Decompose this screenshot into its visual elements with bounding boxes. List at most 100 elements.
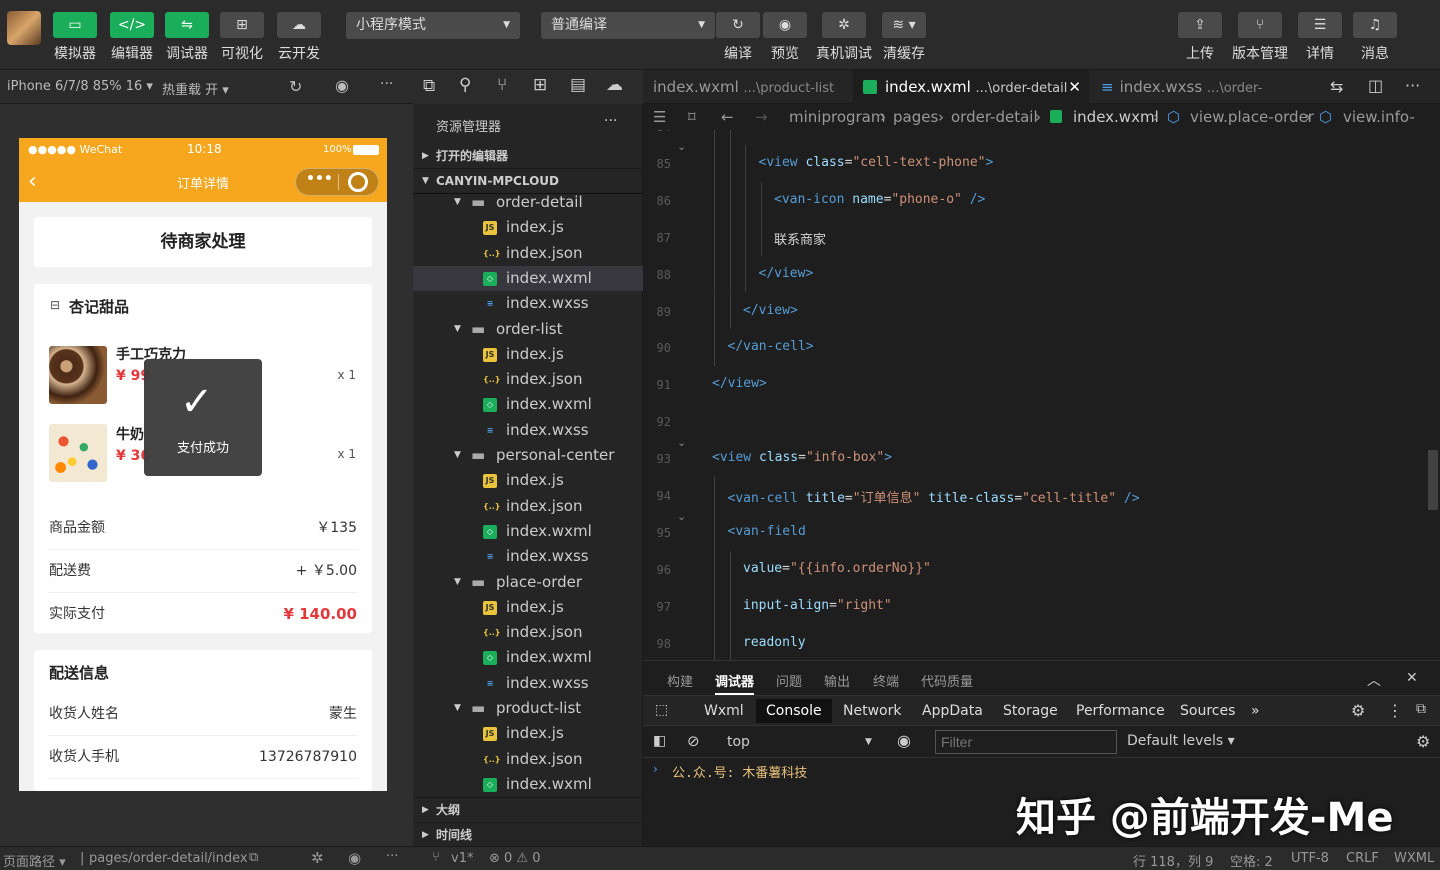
chevron-up-icon[interactable]: ︿ [1367,670,1381,690]
tab-order-detail-wxss[interactable]: ≡index.wxss ...\order-detail [1091,70,1297,132]
crumb-item[interactable]: pages [893,104,938,130]
gear-icon[interactable]: ⚙ [1351,701,1365,720]
toolbar-button-phone[interactable]: ▭ 模拟器 [46,8,104,63]
close-target-icon[interactable] [348,172,368,192]
extensions-icon[interactable]: ⊞ [533,75,547,95]
code-editor[interactable]: ⌄ ⌄ ⌄ 84<view slot="title">85<view class… [643,130,1440,660]
file-order-detail-index-js[interactable]: JS index.js [413,215,643,240]
file-place-order-index-json[interactable]: {..} index.json [413,620,643,645]
file-place-order-index-wxml[interactable]: ◇ index.wxml [413,645,643,670]
file-product-list-index-wxml[interactable]: ◇ index.wxml [413,772,643,797]
close-icon[interactable]: ✕ [1068,70,1081,104]
language-mode[interactable]: WXML [1394,851,1434,866]
panel-tab-5[interactable]: 代码质量 [921,671,973,690]
file-place-order-index-js[interactable]: JS index.js [413,595,643,620]
timeline-header[interactable]: ▶ 时间线 [413,822,643,847]
panel-tab-4[interactable]: 终端 [873,671,899,690]
devtools-tab-3[interactable]: AppData [922,703,983,719]
fold-icon[interactable]: ⌄ [677,140,686,153]
toolbar-button-upload[interactable]: ⇪ 上传 [1171,8,1229,63]
more-dots-icon[interactable]: ••• [306,171,333,187]
forward-arrow-icon[interactable]: → [755,104,768,130]
file-order-detail-index-json[interactable]: {..} index.json [413,241,643,266]
problems-count[interactable]: ⊗ 0 ⚠ 0 [489,851,541,866]
panel-tab-0[interactable]: 构建 [667,671,693,690]
eye-icon[interactable]: ◉ [897,731,911,750]
log-levels-select[interactable]: Default levels ▾ [1127,733,1235,749]
cursor-position[interactable]: 行 118，列 9 [1133,851,1213,870]
encoding[interactable]: UTF-8 [1291,851,1329,866]
files-icon[interactable]: ⧉ [423,76,435,96]
branch-name[interactable]: v1* [451,851,473,866]
more-icon[interactable]: ··· [380,76,393,92]
toolbar-button-sliders[interactable]: ⇋ 调试器 [158,8,216,63]
panel-tab-3[interactable]: 输出 [824,671,850,690]
bookmark-icon[interactable]: ⌑ [688,104,696,130]
crumb-item[interactable]: index.wxml [1073,104,1159,130]
panel-tab-2[interactable]: 问题 [776,671,802,690]
toolbar-button-cloud[interactable]: ☁ 云开发 [270,8,328,63]
file-order-detail-index-wxss[interactable]: ≡ index.wxss [413,291,643,316]
kebab-icon[interactable]: ⋮ [1387,701,1403,720]
console-filter-input[interactable] [935,730,1117,754]
folder-order-list[interactable]: ▼ ▬ order-list [413,317,643,342]
toolbar-button-layers[interactable]: ≋ ▾ 清缓存 [875,8,933,63]
clear-console-icon[interactable]: ⊘ [687,732,700,750]
file-personal-center-index-wxss[interactable]: ≡ index.wxss [413,544,643,569]
file-product-list-index-json[interactable]: {..} index.json [413,747,643,772]
git-icon[interactable]: ⑂ [497,75,507,95]
file-personal-center-index-js[interactable]: JS index.js [413,468,643,493]
scrollbar-thumb[interactable] [1428,450,1438,510]
devtools-tab-4[interactable]: Storage [1003,703,1058,719]
fold-icon[interactable]: ⌄ [677,436,686,449]
crumb-item[interactable]: miniprogram [789,104,885,130]
devtools-tab-6[interactable]: Sources [1180,703,1235,719]
more-icon[interactable]: ··· [1405,76,1420,95]
inspect-icon[interactable]: ⬚ [655,702,668,718]
list-icon[interactable]: ☰ [653,104,666,130]
file-personal-center-index-json[interactable]: {..} index.json [413,494,643,519]
search-icon[interactable]: ⚲ [459,75,471,95]
file-order-list-index-json[interactable]: {..} index.json [413,367,643,392]
tab-product-list-wxml[interactable]: index.wxml ...\product-list [643,70,851,104]
crumb-item[interactable]: view.place-order [1190,104,1314,130]
page-path-label[interactable]: 页面路径 ▾ [3,851,66,870]
expand-arrow-icon[interactable]: › [653,762,658,776]
devtools-tab-7[interactable]: » [1251,703,1260,719]
mode-select[interactable]: 小程序模式 ▼ [346,12,520,39]
toolbar-button-eye[interactable]: ◉ 预览 [756,8,814,63]
indent-setting[interactable]: 空格: 2 [1230,851,1273,870]
toolbar-button-menu[interactable]: ☰ 详情 [1291,8,1349,63]
fold-icon[interactable]: ⌄ [677,510,686,523]
tab-order-detail-wxml[interactable]: index.wxml ...\order-detail ✕ [853,70,1089,104]
file-personal-center-index-wxml[interactable]: ◇ index.wxml [413,519,643,544]
toolbar-button-layout[interactable]: ⊞ 可视化 [213,8,271,63]
record-icon[interactable]: ◉ [335,76,349,95]
gear-icon[interactable]: ⚙ [1416,732,1430,751]
sidebar-toggle-icon[interactable]: ◧ [653,733,666,749]
file-order-list-index-wxml[interactable]: ◇ index.wxml [413,392,643,417]
rotate-icon[interactable]: ↻ [289,77,302,96]
more-icon[interactable]: ··· [386,849,398,864]
devtools-tab-2[interactable]: Network [843,703,901,719]
file-order-detail-index-wxml[interactable]: ◇ index.wxml [413,265,643,291]
file-product-list-index-js[interactable]: JS index.js [413,721,643,746]
storage-icon[interactable]: ▤ [570,75,586,95]
devtools-tab-5[interactable]: Performance [1076,703,1165,719]
crumb-item[interactable]: order-detail [951,104,1038,130]
outline-header[interactable]: ▶ 大纲 [413,797,643,822]
explorer-more-icon[interactable]: ··· [604,113,617,129]
copy-icon[interactable]: ⧉ [249,850,258,865]
back-icon[interactable]: ‹ [28,169,37,194]
compile-select[interactable]: 普通编译 ▼ [541,12,715,39]
devtools-tab-0[interactable]: Wxml [704,703,744,719]
open-editors-header[interactable]: ▶ 打开的编辑器 [413,144,643,169]
compare-icon[interactable]: ⇆ [1330,77,1343,96]
eye-icon[interactable]: ◉ [348,849,361,867]
panel-tab-1[interactable]: 调试器 [715,671,755,695]
toolbar-button-code[interactable]: </> 编辑器 [103,8,161,63]
folder-personal-center[interactable]: ▼ ▬ personal-center [413,443,643,468]
cloud-function-icon[interactable]: ☁ [606,75,623,95]
hot-reload-toggle[interactable]: 热重载 开 ▾ [162,79,229,98]
eol[interactable]: CRLF [1346,851,1379,866]
